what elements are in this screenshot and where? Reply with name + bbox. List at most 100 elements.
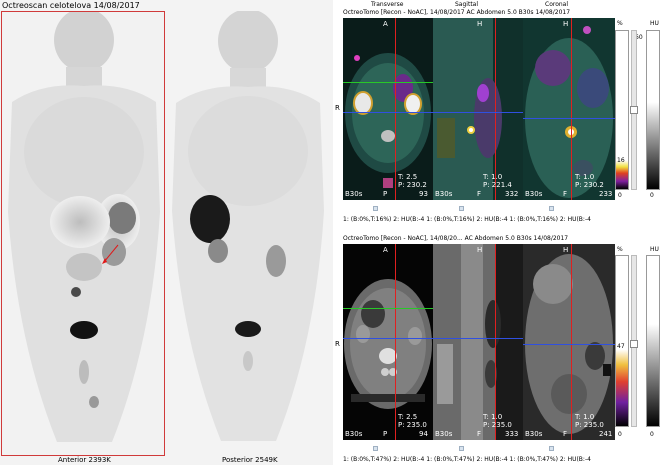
top-footer-control-2[interactable]	[459, 206, 464, 211]
position-value: P: 235.0	[398, 421, 427, 429]
orient-head: H	[477, 246, 483, 254]
scale-zero-ct: 0	[650, 192, 654, 199]
posterior-body-image	[166, 11, 331, 456]
crosshair-horizontal[interactable]	[343, 308, 433, 309]
crosshair-horizontal[interactable]	[523, 118, 615, 119]
orient-anterior: A	[383, 20, 388, 28]
crosshair-vertical[interactable]	[395, 18, 396, 200]
slider-thumb[interactable]	[630, 106, 638, 114]
bottom-transverse-image	[343, 244, 433, 440]
top-footer-control-1[interactable]	[373, 206, 378, 211]
slice-number: 93	[419, 190, 428, 198]
anterior-view[interactable]	[1, 11, 165, 456]
top-transverse-view[interactable]: A P T: 2.5 P: 230.2 93 B30s	[343, 18, 433, 200]
kernel-label: B30s	[345, 190, 363, 198]
planar-scan-panel: Octreoscan celotelova 14/08/2017 Anterio…	[0, 0, 333, 465]
thickness-value: T: 1.0	[483, 413, 503, 421]
crosshair-vertical[interactable]	[495, 244, 496, 440]
orient-right: R	[335, 104, 340, 112]
top-coronal-image	[523, 18, 615, 200]
bottom-footer-control-2[interactable]	[459, 446, 464, 451]
top-transverse-title: Transverse	[371, 1, 404, 8]
scale-zero-pet: 0	[618, 192, 622, 199]
posterior-view[interactable]	[166, 11, 331, 456]
top-coronal-view[interactable]: H F T: 1.0 P: 230.2 233 B30s	[523, 18, 615, 200]
top-sagittal-image	[433, 18, 523, 200]
orient-foot: F	[477, 430, 482, 438]
ct-colorbar[interactable]	[646, 255, 660, 427]
scale-zero-pet: 0	[618, 431, 622, 438]
top-footer-control-3[interactable]	[549, 206, 554, 211]
scale-zero-ct: 0	[650, 431, 654, 438]
scale-mid: 16	[617, 157, 625, 164]
bottom-header: OctreoTomo [Recon - NoAC], 14/08/20... A…	[343, 235, 569, 242]
crosshair-horizontal[interactable]	[433, 338, 523, 339]
kernel-label: B30s	[525, 190, 543, 198]
slice-number: 94	[419, 430, 428, 438]
orient-posterior: P	[383, 430, 388, 438]
thickness-value: T: 1.0	[575, 173, 595, 181]
position-value: P: 230.2	[398, 181, 427, 189]
tomo-viewer: Transverse Sagittal Coronal OctreoTomo […	[333, 0, 660, 465]
position-value: P: 230.2	[575, 181, 604, 189]
slice-number: 233	[599, 190, 613, 198]
top-sagittal-title: Sagittal	[455, 1, 479, 8]
crosshair-horizontal[interactable]	[523, 344, 615, 345]
posterior-label: Posterior 2549K	[222, 456, 278, 464]
thickness-value: T: 2.5	[398, 173, 418, 181]
top-transverse-image	[343, 18, 433, 200]
orient-head: H	[477, 20, 483, 28]
orient-head: H	[563, 246, 569, 254]
crosshair-horizontal-blue[interactable]	[343, 338, 433, 339]
position-value: P: 235.0	[483, 421, 512, 429]
top-coronal-title: Coronal	[545, 1, 569, 8]
crosshair-vertical[interactable]	[395, 244, 396, 440]
top-sagittal-view[interactable]: H F T: 1.0 P: 221.4 332 B30s	[433, 18, 523, 200]
pet-colorbar[interactable]	[615, 255, 629, 427]
bottom-window-levels: 1: (B:0%,T:47%) 2: HU(B:-4 1: (B:0%,T:47…	[343, 456, 591, 463]
kernel-label: B30s	[435, 190, 453, 198]
orient-right: R	[335, 340, 340, 348]
percent-label: %	[617, 246, 623, 253]
scale-mid: 47	[617, 343, 625, 350]
orient-anterior: A	[383, 246, 388, 254]
ct-colorbar[interactable]	[646, 30, 660, 190]
pet-colorbar[interactable]	[615, 30, 629, 190]
orient-posterior: P	[383, 190, 388, 198]
anterior-body-image	[2, 12, 164, 455]
orient-foot: F	[563, 190, 568, 198]
orient-foot: F	[477, 190, 482, 198]
orient-foot: F	[563, 430, 568, 438]
position-value: P: 235.0	[575, 421, 604, 429]
crosshair-vertical[interactable]	[571, 244, 572, 440]
position-value: P: 221.4	[483, 181, 512, 189]
slice-number: 241	[599, 430, 613, 438]
top-window-levels: 1: (B:0%,T:16%) 2: HU(B:-4 1: (B:0%,T:16…	[343, 216, 591, 223]
anterior-label: Anterior 2393K	[58, 456, 111, 464]
bottom-transverse-view[interactable]: A P T: 2.5 P: 235.0 94 B30s	[343, 244, 433, 440]
bottom-sagittal-view[interactable]: H F T: 1.0 P: 235.0 333 B30s	[433, 244, 523, 440]
crosshair-horizontal[interactable]	[433, 112, 523, 113]
hu-label: HU	[650, 246, 659, 253]
kernel-label: B30s	[435, 430, 453, 438]
slice-number: 332	[505, 190, 519, 198]
crosshair-horizontal[interactable]	[343, 82, 433, 83]
slice-number: 333	[505, 430, 519, 438]
crosshair-horizontal-blue[interactable]	[343, 112, 433, 113]
slider-thumb[interactable]	[630, 340, 638, 348]
kernel-label: B30s	[525, 430, 543, 438]
bottom-coronal-image	[523, 244, 615, 440]
thickness-value: T: 2.5	[398, 413, 418, 421]
bottom-coronal-view[interactable]: H F T: 1.0 P: 235.0 241 B30s	[523, 244, 615, 440]
bottom-footer-control-3[interactable]	[549, 446, 554, 451]
bottom-footer-control-1[interactable]	[373, 446, 378, 451]
thickness-value: T: 1.0	[575, 413, 595, 421]
kernel-label: B30s	[345, 430, 363, 438]
crosshair-vertical[interactable]	[571, 18, 572, 200]
scan-title: Octreoscan celotelova 14/08/2017	[2, 1, 140, 10]
top-header: OctreoTomo [Recon - NoAC], 14/08/2017 AC…	[343, 9, 571, 16]
orient-head: H	[563, 20, 569, 28]
bottom-sagittal-image	[433, 244, 523, 440]
thickness-value: T: 1.0	[483, 173, 503, 181]
hu-label: HU	[650, 20, 659, 27]
